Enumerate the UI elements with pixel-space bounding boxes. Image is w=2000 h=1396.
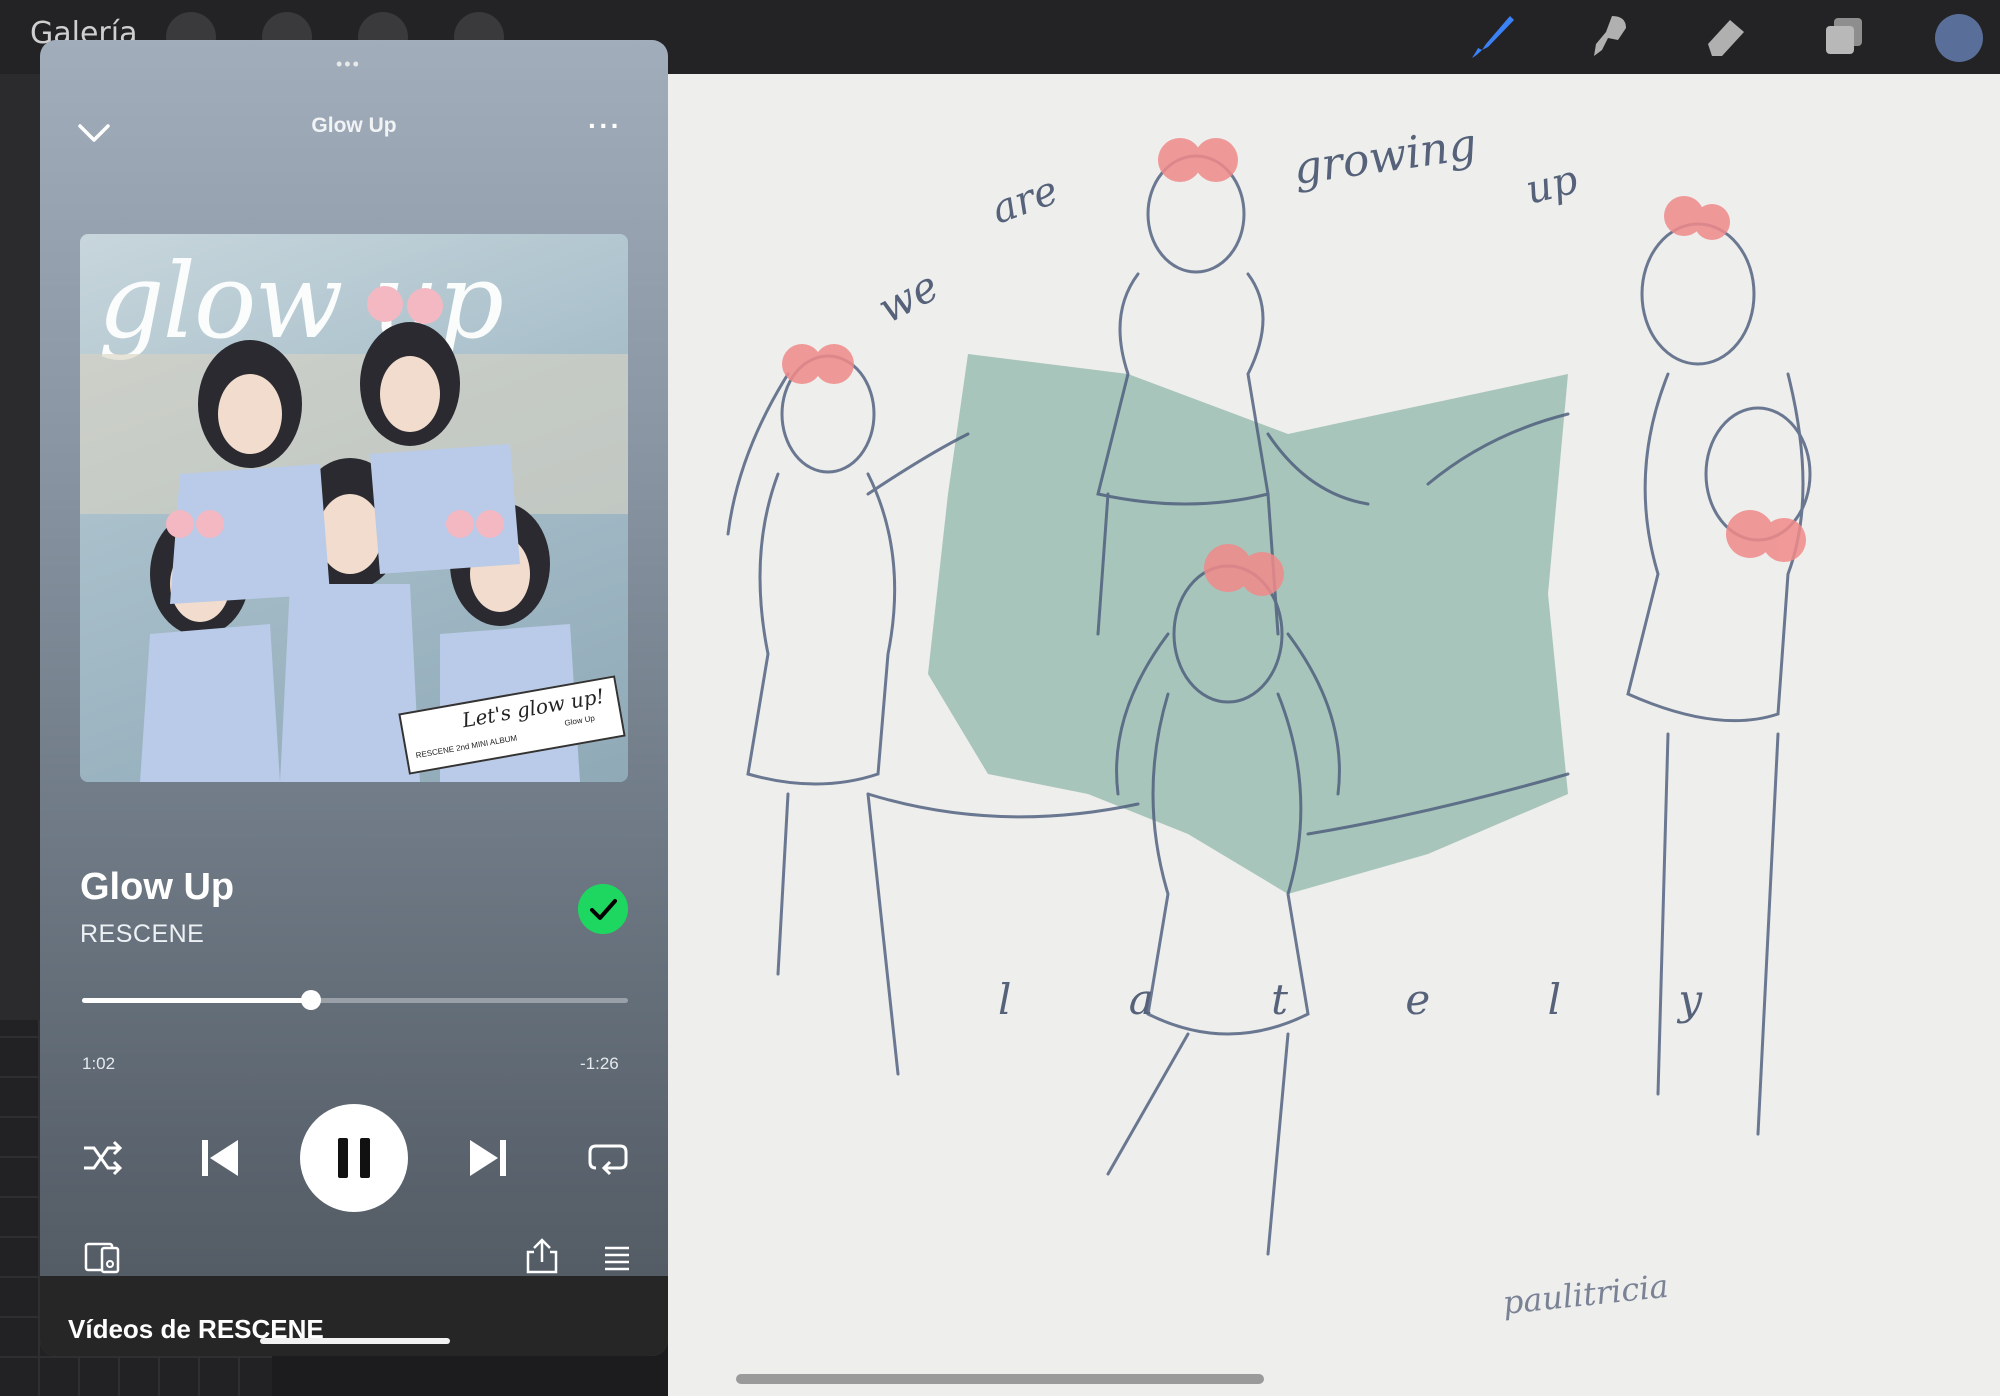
more-icon[interactable]: ···	[588, 110, 622, 142]
check-icon[interactable]	[578, 884, 628, 934]
lettering-are: are	[986, 167, 1064, 233]
lettering-lately: l a t e l y	[998, 975, 1754, 1024]
previous-icon[interactable]	[198, 1134, 242, 1182]
color-picker[interactable]	[1935, 14, 1983, 62]
lettering-up: up	[1521, 157, 1582, 214]
pause-button[interactable]	[300, 1104, 408, 1212]
remaining-time: -1:26	[580, 1054, 619, 1073]
repeat-icon[interactable]	[586, 1136, 630, 1180]
song-title: Glow Up	[80, 866, 235, 908]
artist-name[interactable]: RESCENE	[80, 920, 204, 949]
home-indicator[interactable]	[736, 1374, 1264, 1384]
progress-bar[interactable]	[82, 998, 628, 1003]
lettering-we: we	[870, 261, 947, 333]
eraser-icon[interactable]	[1698, 10, 1752, 64]
progress-handle[interactable]	[301, 990, 322, 1010]
share-icon[interactable]	[524, 1236, 560, 1276]
layers-icon[interactable]	[1816, 10, 1870, 64]
elapsed-time: 1:02	[82, 1054, 116, 1073]
procreate-sidebar	[0, 74, 40, 1020]
queue-icon[interactable]	[602, 1242, 632, 1274]
pause-icon	[338, 1138, 370, 1178]
lettering-growing: growing	[1290, 119, 1479, 195]
brush-icon[interactable]	[1466, 10, 1520, 64]
album-art: glow up Let's glow up! RESCENE 2nd MINI …	[80, 234, 628, 782]
player-header-title: Glow Up	[311, 114, 397, 137]
shuffle-icon[interactable]	[80, 1136, 124, 1180]
sketch-artwork: we are growing up l a t e l y paulitrici…	[726, 119, 1812, 1322]
drag-handle[interactable]: •••	[336, 54, 361, 75]
progress-fill	[82, 998, 312, 1003]
next-icon[interactable]	[466, 1134, 510, 1182]
artist-signature: paulitricia	[1501, 1267, 1670, 1322]
drawing-canvas[interactable]: we are growing up l a t e l y paulitrici…	[668, 74, 2000, 1396]
smudge-icon[interactable]	[1582, 10, 1636, 64]
player-home-indicator[interactable]	[260, 1338, 450, 1344]
now-playing-panel: ••• Glow Up ··· glow up Let's glow up! R…	[40, 40, 668, 1356]
devices-icon[interactable]	[84, 1240, 124, 1276]
